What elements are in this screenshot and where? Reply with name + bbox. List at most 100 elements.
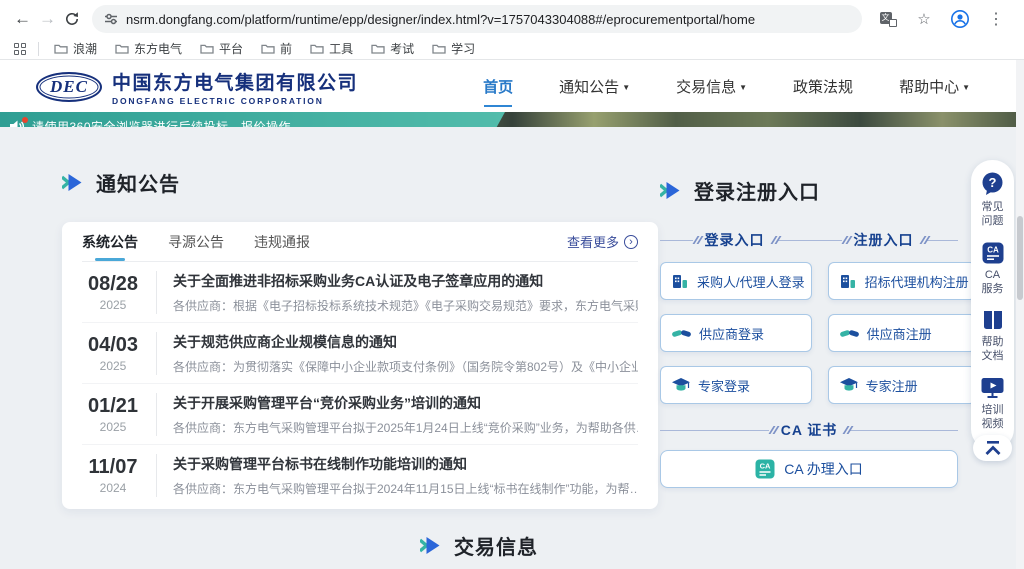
sidebar-item-help-docs[interactable]: 帮助文档 [971,309,1014,364]
chevron-down-icon: ▼ [962,83,970,92]
browser-toolbar: ← → nsrm.dongfang.com/platform/runtime/e… [0,0,1024,38]
chevron-down-icon: ▼ [622,83,630,92]
ca-cert-subheader: CA 证书 [660,420,958,440]
notice-desc: 各供应商：根据《电子招标投标系统技术规范》《电子采购交易规范》要求，东方电气采购… [173,297,638,314]
back-to-top-button[interactable] [973,435,1012,461]
apps-grid-icon[interactable] [14,43,26,55]
reload-icon[interactable] [64,5,80,33]
folder-icon [261,43,275,54]
notice-section-title: 通知公告 [96,168,180,197]
company-logo[interactable]: DEC 中国东方电气集团有限公司 DONGFANG ELECTRIC CORPO… [36,68,358,106]
ca-apply-button[interactable]: CA CA 办理入口 [660,450,958,488]
company-name-cn: 中国东方电气集团有限公司 [112,68,358,95]
bookmark-folder[interactable]: 前 [261,40,292,57]
supplier-register-button[interactable]: 供应商注册 [828,314,976,352]
url-text[interactable]: nsrm.dongfang.com/platform/runtime/epp/d… [126,12,755,27]
toolbar-right: 文 ☆ ⋮ [870,5,1014,33]
scrollbar-track[interactable] [1016,60,1024,569]
expert-login-button[interactable]: 专家登录 [660,366,812,404]
notice-date: 01/21 [82,395,144,418]
document-icon [982,309,1004,331]
url-bar[interactable]: nsrm.dongfang.com/platform/runtime/epp/d… [92,5,862,33]
bookmark-folder[interactable]: 东方电气 [115,40,182,57]
notice-year: 2024 [82,481,144,495]
expert-register-button[interactable]: 专家注册 [828,366,976,404]
notice-desc: 各供应商：东方电气采购管理平台拟于2025年1月24日上线“竞价采购”业务，为帮… [173,419,638,436]
site-settings-icon[interactable] [104,12,118,26]
notice-row[interactable]: 04/03 2025 关于规范供应商企业规模信息的通知 各供应商：为贯彻落实《保… [82,323,638,384]
trade-section-title: 交易信息 [454,531,538,560]
trade-section-heading: 交易信息 [420,531,538,560]
site-header: DEC 中国东方电气集团有限公司 DONGFANG ELECTRIC CORPO… [0,60,1024,112]
notice-row[interactable]: 11/07 2024 关于采购管理平台标书在线制作功能培训的通知 各供应商：东方… [82,445,638,506]
folder-icon [371,43,385,54]
notice-title[interactable]: 关于全面推进非招标采购业务CA认证及电子签章应用的通知 [173,271,638,291]
register-subheader: 注册入口 [809,230,958,250]
bookmark-star-icon[interactable]: ☆ [910,5,938,33]
handshake-icon [672,327,691,340]
building-icon [672,273,689,289]
forward-icon[interactable]: → [39,5,56,33]
bookmarks-bar: 浪潮 东方电气 平台 前 工具 考试 学习 [0,38,1024,60]
chevron-right-circle-icon: › [624,235,638,249]
collapse-top-icon [984,441,1002,455]
profile-avatar-icon[interactable] [946,5,974,33]
notice-row[interactable]: 01/21 2025 关于开展采购管理平台“竞价采购业务”培训的通知 各供应商：… [82,384,638,445]
ca-icon: CA [982,242,1004,264]
dec-logo-icon: DEC [36,72,102,102]
notice-year: 2025 [82,298,144,312]
view-more-link[interactable]: 查看更多 › [567,232,638,251]
arrow-marker-icon [660,182,681,199]
purchaser-login-button[interactable]: 采购人/代理人登录 [660,262,812,300]
notice-row[interactable]: 08/28 2025 关于全面推进非招标采购业务CA认证及电子签章应用的通知 各… [82,262,638,323]
notice-tabs: 系统公告 寻源公告 违规通报 查看更多 › [82,222,638,262]
login-subheader: 登录入口 [660,230,809,250]
notice-year: 2025 [82,420,144,434]
nav-item-help-center[interactable]: 帮助中心▼ [899,72,970,101]
back-icon[interactable]: ← [14,5,31,33]
tab-sourcing-notices[interactable]: 寻源公告 [168,223,224,261]
folder-icon [200,43,214,54]
sidebar-item-ca-service[interactable]: CA CA服务 [971,242,1014,297]
notification-dot [22,117,28,123]
supplier-login-button[interactable]: 供应商登录 [660,314,812,352]
folder-icon [54,43,68,54]
bookmark-folder[interactable]: 浪潮 [54,40,97,57]
tab-violation-reports[interactable]: 违规通报 [254,223,310,261]
nav-item-notices[interactable]: 通知公告▼ [559,72,630,101]
company-name-en: DONGFANG ELECTRIC CORPORATION [112,96,358,106]
bookmark-folder[interactable]: 工具 [310,40,353,57]
graduation-cap-icon [672,378,690,393]
notice-date: 08/28 [82,273,144,296]
notice-desc: 各供应商：为贯彻落实《保障中小企业款项支付条例》（国务院令第802号）及《中小企… [173,358,638,375]
float-sidebar: ? 常见问题 CA CA服务 帮助文档 培训视频 [971,160,1014,450]
video-icon [981,377,1004,399]
bookmark-folder[interactable]: 平台 [200,40,243,57]
tab-system-notices[interactable]: 系统公告 [82,223,138,261]
bidding-agency-register-button[interactable]: 招标代理机构注册 [828,262,976,300]
notice-title[interactable]: 关于规范供应商企业规模信息的通知 [173,332,638,352]
svg-text:CA: CA [760,462,771,471]
ca-card-icon: CA [755,459,775,479]
nav-item-trade-info[interactable]: 交易信息▼ [676,72,747,101]
notice-desc: 各供应商：东方电气采购管理平台拟于2024年11月15日上线“标书在线制作”功能… [173,480,638,497]
graduation-cap-icon [840,378,858,393]
sidebar-item-training-videos[interactable]: 培训视频 [971,377,1014,432]
folder-icon [115,43,129,54]
nav-item-home[interactable]: 首页 [483,72,513,101]
translate-icon[interactable]: 文 [874,5,902,33]
login-section-title: 登录注册入口 [694,176,820,205]
browser-menu-icon[interactable]: ⋮ [982,5,1010,33]
arrow-marker-icon [420,537,441,554]
sidebar-item-faq[interactable]: ? 常见问题 [971,172,1014,229]
nav-item-policies[interactable]: 政策法规 [793,72,853,101]
notice-title[interactable]: 关于开展采购管理平台“竞价采购业务”培训的通知 [173,393,638,413]
notice-date: 11/07 [82,456,144,479]
notice-card: 系统公告 寻源公告 违规通报 查看更多 › 08/28 2025 关于全面推进非… [62,222,658,509]
bookmark-folder[interactable]: 学习 [432,40,475,57]
notice-date: 04/03 [82,334,144,357]
building-icon [840,273,857,289]
scrollbar-thumb[interactable] [1017,216,1023,300]
bookmark-folder[interactable]: 考试 [371,40,414,57]
notice-title[interactable]: 关于采购管理平台标书在线制作功能培训的通知 [173,454,638,474]
